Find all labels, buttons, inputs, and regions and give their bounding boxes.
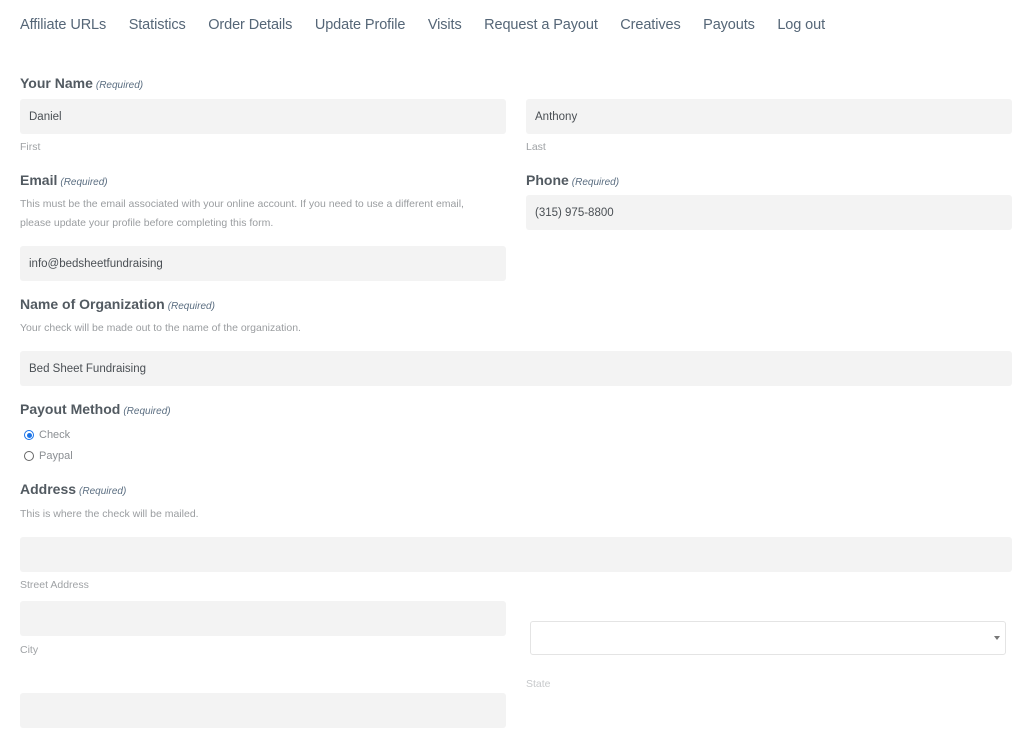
first-name-input[interactable] (20, 99, 506, 134)
top-nav: Affiliate URLs Statistics Order Details … (20, 17, 848, 33)
organization-label-text: Name of Organization (20, 296, 165, 312)
your-name-label-text: Your Name (20, 75, 93, 91)
payout-option-check[interactable]: Check (24, 429, 70, 441)
radio-unchecked-icon[interactable] (24, 451, 34, 461)
required-tag: (Required) (60, 177, 108, 188)
payout-method-label: Payout Method (Required) (20, 401, 171, 417)
nav-statistics[interactable]: Statistics (129, 17, 186, 33)
phone-label: Phone (Required) (526, 172, 619, 188)
required-tag: (Required) (95, 80, 144, 91)
your-name-label: Your Name (Required) (20, 75, 143, 91)
phone-label-text: Phone (526, 172, 569, 188)
email-input[interactable] (20, 246, 506, 281)
nav-payouts[interactable]: Payouts (703, 17, 755, 33)
radio-checked-icon[interactable] (24, 430, 34, 440)
required-tag: (Required) (571, 177, 620, 188)
nav-creatives[interactable]: Creatives (620, 17, 680, 33)
street-address-sublabel: Street Address (20, 579, 89, 591)
email-description: This must be the email associated with y… (20, 195, 510, 233)
nav-update-profile[interactable]: Update Profile (315, 17, 406, 33)
email-label: Email (Required) (20, 172, 108, 188)
street-address-input[interactable] (20, 537, 1012, 572)
organization-input[interactable] (20, 351, 1012, 386)
payout-option-label: Check (39, 429, 71, 441)
chevron-down-icon (994, 636, 1000, 640)
required-tag: (Required) (123, 406, 171, 417)
last-name-input[interactable] (526, 99, 1012, 134)
organization-label: Name of Organization (Required) (20, 296, 215, 312)
phone-input[interactable] (526, 195, 1012, 230)
city-sublabel: City (20, 644, 39, 656)
nav-log-out[interactable]: Log out (777, 17, 825, 33)
address-description: This is where the check will be mailed. (20, 508, 199, 520)
payout-method-label-text: Payout Method (20, 401, 121, 417)
required-tag: (Required) (79, 486, 127, 497)
address-label-text: Address (20, 481, 77, 497)
payout-option-paypal[interactable]: Paypal (24, 450, 73, 462)
first-name-sublabel: First (20, 141, 41, 153)
city-input[interactable] (20, 601, 506, 636)
required-tag: (Required) (167, 301, 215, 312)
address-label: Address (Required) (20, 481, 126, 497)
state-select[interactable] (530, 621, 1006, 655)
payout-option-label: Paypal (39, 450, 73, 462)
zip-input[interactable] (20, 693, 506, 728)
nav-request-payout[interactable]: Request a Payout (484, 17, 598, 33)
nav-affiliate-urls[interactable]: Affiliate URLs (20, 17, 106, 33)
email-label-text: Email (20, 172, 58, 188)
nav-order-details[interactable]: Order Details (208, 17, 292, 33)
organization-description: Your check will be made out to the name … (20, 322, 301, 334)
email-description-line: This must be the email associated with y… (20, 198, 464, 210)
email-description-line: please update your profile before comple… (20, 217, 274, 229)
last-name-sublabel: Last (526, 141, 546, 153)
state-sublabel: State (526, 678, 551, 690)
nav-visits[interactable]: Visits (428, 17, 462, 33)
